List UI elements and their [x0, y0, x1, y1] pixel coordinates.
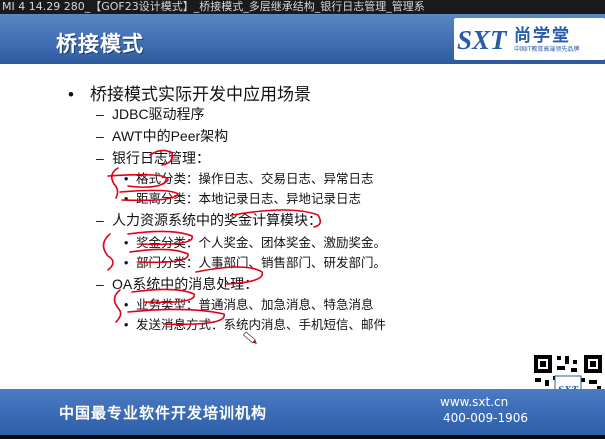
- bullet-marker: •: [124, 298, 129, 312]
- bullet-marker: •: [124, 172, 129, 186]
- footer-slogan: 中国最专业软件开发培训机构: [59, 404, 268, 422]
- bullet-text: 业务类型：普通消息、加急消息、特急消息: [136, 298, 374, 312]
- bullet-list: • 桥接模式实际开发中应用场景 – JDBC驱动程序 – AWT中的Peer架构 – 银行日志…: [0, 64, 605, 389]
- footer-website: www.sxt.cn: [440, 395, 509, 409]
- sxt-logo-icon: SXT: [457, 25, 508, 55]
- slide-body: • 桥接模式实际开发中应用场景 – JDBC驱动程序 – AWT中的Peer架构 – 银行日志…: [0, 64, 605, 426]
- bullet-level-3: • 发送消息方式：系统内消息、手机短信、邮件: [124, 314, 386, 333]
- bullet-marker: •: [68, 85, 74, 104]
- bullet-marker: –: [96, 128, 104, 144]
- window-title: MI 4 14.29 280_【GOF23设计模式】_桥接模式_多层继承结构_银…: [2, 0, 425, 13]
- bullet-level-2: – 银行日志管理：: [96, 148, 210, 168]
- logo-tagline: 中国IT教育高端领先品牌: [514, 46, 580, 53]
- bullet-level-2: – 人力资源系统中的奖金计算模块：: [96, 210, 322, 230]
- bullet-marker: –: [96, 150, 104, 166]
- bullet-marker: •: [124, 236, 129, 250]
- footer-phone: 400-009-1906: [443, 411, 529, 425]
- bullet-level-3: • 奖金分类：个人奖金、团体奖金、激励奖金。: [124, 232, 386, 251]
- bullet-text: 银行日志管理：: [112, 150, 210, 166]
- bullet-level-1: • 桥接模式实际开发中应用场景: [68, 80, 311, 105]
- bullet-text: AWT中的Peer架构: [112, 128, 229, 144]
- bullet-level-3: • 业务类型：普通消息、加急消息、特急消息: [124, 294, 374, 313]
- bottom-strip: [0, 435, 605, 439]
- bullet-level-3: • 部门分类：人事部门、销售部门、研发部门。: [124, 252, 386, 271]
- bullet-marker: –: [96, 212, 104, 228]
- bullet-level-2: – AWT中的Peer架构: [96, 126, 228, 146]
- brand-logo: SXT 尚学堂 中国IT教育高端领先品牌: [454, 18, 605, 60]
- bullet-text: 奖金分类：个人奖金、团体奖金、激励奖金。: [136, 236, 387, 250]
- bullet-marker: –: [96, 106, 104, 122]
- bullet-marker: •: [124, 256, 129, 270]
- bullet-level-2: – JDBC驱动程序: [96, 104, 205, 124]
- bullet-text: 距离分类：本地记录日志、异地记录日志: [136, 192, 362, 206]
- logo-mark-text: SXT: [457, 25, 508, 55]
- bullet-marker: •: [124, 318, 129, 332]
- bullet-level-3: • 格式分类：操作日志、交易日志、异常日志: [124, 168, 374, 187]
- bullet-marker: –: [96, 276, 104, 292]
- logo-name: 尚学堂: [514, 26, 571, 46]
- bullet-text: 部门分类：人事部门、销售部门、研发部门。: [136, 256, 387, 270]
- slide-header: 桥接模式 SXT 尚学堂 中国IT教育高端领先品牌: [0, 14, 605, 64]
- bullet-text: 发送消息方式：系统内消息、手机短信、邮件: [136, 318, 387, 332]
- bullet-text: 桥接模式实际开发中应用场景: [90, 85, 311, 104]
- window-title-bar: MI 4 14.29 280_【GOF23设计模式】_桥接模式_多层继承结构_银…: [0, 0, 605, 14]
- bullet-text: 人力资源系统中的奖金计算模块：: [112, 212, 322, 228]
- bullet-text: 格式分类：操作日志、交易日志、异常日志: [136, 172, 374, 186]
- bullet-level-3: • 距离分类：本地记录日志、异地记录日志: [124, 188, 361, 207]
- slide-footer: 中国最专业软件开发培训机构 www.sxt.cn 400-009-1906: [0, 389, 605, 435]
- bullet-level-2: – OA系统中的消息处理：: [96, 274, 258, 294]
- slide-title: 桥接模式: [56, 32, 144, 56]
- bullet-text: OA系统中的消息处理：: [112, 276, 259, 292]
- bullet-marker: •: [124, 192, 129, 206]
- bullet-text: JDBC驱动程序: [112, 106, 205, 122]
